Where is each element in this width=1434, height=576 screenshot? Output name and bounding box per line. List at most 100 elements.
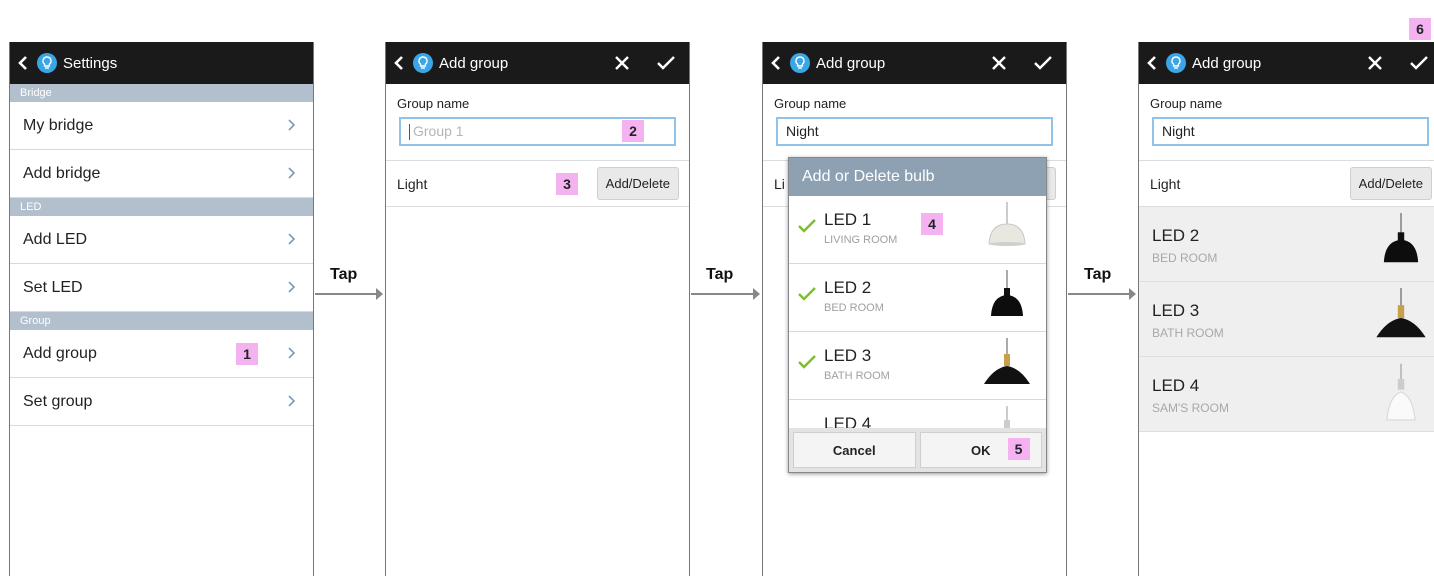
group-bulb-item[interactable]: LED 3 BATH ROOM [1139, 282, 1434, 357]
page-title: Add group [439, 54, 509, 72]
bulb-room: BATH ROOM [1152, 326, 1224, 340]
check-icon[interactable] [797, 218, 817, 234]
back-icon[interactable] [17, 55, 31, 71]
glass-pendant-lamp-icon [1386, 363, 1416, 421]
light-row: Light Add/Delete [1139, 160, 1434, 207]
settings-screen: Settings Bridge My bridge Add bridge LED… [9, 42, 314, 576]
settings-item-set-group[interactable]: Set group [10, 378, 313, 426]
dialog-title: Add or Delete bulb [789, 158, 1046, 196]
settings-item-set-led[interactable]: Set LED [10, 264, 313, 312]
confirm-check-icon[interactable] [1400, 42, 1434, 84]
step-badge: 5 [1007, 438, 1030, 460]
bulb-item-led1[interactable]: LED 1 LIVING ROOM 4 [789, 196, 1046, 264]
ok-label: OK [971, 442, 991, 458]
bulb-item-led4[interactable]: LED 4 [789, 400, 1046, 430]
chevron-right-icon [288, 233, 295, 245]
item-label: My bridge [23, 116, 94, 134]
step-badge: 1 [236, 343, 258, 365]
group-bulb-item[interactable]: LED 2 BED ROOM [1139, 207, 1434, 282]
bulb-logo-icon [37, 53, 57, 73]
top-bar: Settings [10, 42, 313, 84]
group-name-input[interactable]: Night [1152, 117, 1429, 146]
glass-pendant-lamp-icon [1004, 406, 1010, 430]
add-group-screen-filled: Add group Group name Night Light Add/Del… [1138, 42, 1434, 576]
item-label: Set LED [23, 278, 83, 296]
bulb-name: LED 3 [1152, 301, 1200, 320]
add-group-screen-empty: Add group Group name Group 1 2 Light 3 A… [385, 42, 690, 576]
flow-arrow [315, 288, 383, 300]
bulb-name: LED 2 [1152, 226, 1200, 245]
chevron-right-icon [288, 347, 295, 359]
bulb-item-led3[interactable]: LED 3 BATH ROOM [789, 332, 1046, 400]
settings-item-my-bridge[interactable]: My bridge [10, 102, 313, 150]
check-icon[interactable] [797, 286, 817, 302]
add-delete-button[interactable]: Add/Delete [596, 167, 679, 200]
settings-item-add-bridge[interactable]: Add bridge [10, 150, 313, 198]
close-icon[interactable] [1356, 42, 1394, 84]
bulb-item-led2[interactable]: LED 2 BED ROOM [789, 264, 1046, 332]
chevron-right-icon [288, 281, 295, 293]
confirm-check-icon[interactable] [647, 42, 685, 84]
flow-arrow [691, 288, 760, 300]
bulb-list[interactable]: LED 1 LIVING ROOM 4 LED 2 BED ROOM LED 3… [789, 196, 1046, 430]
close-icon[interactable] [980, 42, 1018, 84]
section-header-bridge: Bridge [10, 84, 313, 102]
tap-label: Tap [330, 266, 358, 283]
item-label: Add group [23, 344, 97, 362]
bulb-room: SAM'S ROOM [1152, 401, 1229, 415]
top-bar: Add group [386, 42, 689, 84]
top-bar: Add group [763, 42, 1066, 84]
add-delete-button[interactable]: Add/Delete [1349, 167, 1432, 200]
bulb-room: BED ROOM [1152, 251, 1218, 265]
settings-item-add-led[interactable]: Add LED [10, 216, 313, 264]
step-badge: 4 [921, 213, 943, 235]
step-badge: 3 [556, 173, 578, 195]
bulb-name: LED 3 [824, 346, 872, 365]
text-caret [409, 124, 410, 141]
item-label: Set group [23, 392, 93, 410]
close-icon[interactable] [603, 42, 641, 84]
group-name-label: Group name [1150, 96, 1223, 111]
bulb-name: LED 4 [1152, 376, 1200, 395]
light-row: Light 3 Add/Delete [386, 160, 689, 207]
page-title: Settings [63, 54, 118, 72]
tap-label: Tap [1084, 266, 1112, 283]
black-gold-pendant-lamp-icon [1376, 288, 1426, 338]
section-header-led: LED [10, 198, 313, 216]
item-label: Add bridge [23, 164, 101, 182]
page-title: Add group [1192, 54, 1262, 72]
step-badge: 2 [622, 120, 644, 142]
confirm-check-icon[interactable] [1024, 42, 1062, 84]
bulb-name: LED 2 [824, 278, 872, 297]
back-icon[interactable] [1146, 55, 1160, 71]
bulb-room: BATH ROOM [824, 370, 890, 382]
flow-arrow [1068, 288, 1136, 300]
item-label: Add LED [23, 230, 88, 248]
group-name-input[interactable]: Night [776, 117, 1053, 146]
light-label: Light [1150, 175, 1181, 192]
settings-item-add-group[interactable]: Add group 1 [10, 330, 313, 378]
top-bar: Add group [1139, 42, 1434, 84]
group-name-input[interactable]: Group 1 2 [399, 117, 676, 146]
white-dome-lamp-icon [988, 202, 1026, 246]
page-title: Add group [816, 54, 886, 72]
cancel-button[interactable]: Cancel [793, 432, 916, 468]
black-pendant-lamp-icon [1383, 213, 1419, 263]
add-group-screen-dialog: Add group Group name Night Li Add or Del… [762, 42, 1067, 576]
chevron-right-icon [288, 167, 295, 179]
check-icon[interactable] [797, 354, 817, 370]
ok-button[interactable]: OK 5 [919, 432, 1042, 468]
group-name-label: Group name [774, 96, 847, 111]
chevron-right-icon [288, 395, 295, 407]
back-icon[interactable] [393, 55, 407, 71]
bulb-room: BED ROOM [824, 302, 884, 314]
group-bulb-item[interactable]: LED 4 SAM'S ROOM [1139, 357, 1434, 432]
black-pendant-lamp-icon [991, 270, 1023, 316]
chevron-right-icon [288, 119, 295, 131]
bulb-logo-icon [413, 53, 433, 73]
add-delete-bulb-dialog: Add or Delete bulb LED 1 LIVING ROOM 4 L… [788, 157, 1047, 473]
step-badge: 6 [1409, 18, 1431, 40]
back-icon[interactable] [770, 55, 784, 71]
section-header-group: Group [10, 312, 313, 330]
light-label: Light [397, 175, 428, 192]
